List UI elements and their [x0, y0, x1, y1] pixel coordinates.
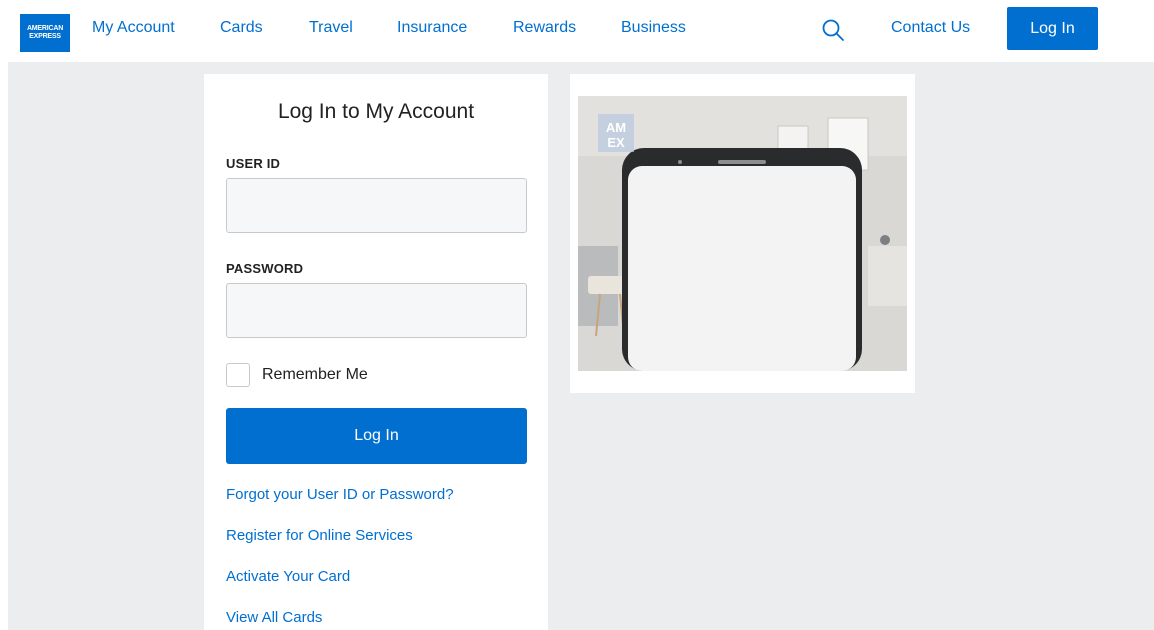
amex-logo[interactable]: AMERICAN EXPRESS [20, 14, 70, 52]
user-id-label: USER ID [226, 156, 281, 171]
login-submit-button[interactable]: Log In [226, 408, 527, 464]
header-login-button[interactable]: Log In [1007, 7, 1098, 50]
activate-card-link[interactable]: Activate Your Card [226, 568, 350, 585]
login-title: Log In to My Account [277, 100, 475, 123]
contact-us-link[interactable]: Contact Us [891, 19, 970, 37]
nav-business[interactable]: Business [621, 19, 686, 37]
user-id-input[interactable] [226, 178, 527, 233]
top-navigation-bar: AMERICAN EXPRESS My Account Cards Travel… [0, 0, 1154, 62]
forgot-credentials-link[interactable]: Forgot your User ID or Password? [226, 486, 454, 503]
watermark-line-2: EX [607, 135, 625, 150]
phone-illustration: AM EX [578, 96, 907, 371]
nav-rewards[interactable]: Rewards [513, 19, 576, 37]
remember-me-checkbox[interactable] [226, 363, 250, 387]
nav-travel[interactable]: Travel [309, 19, 353, 37]
remember-me-label: Remember Me [262, 366, 368, 383]
password-label: PASSWORD [226, 261, 304, 276]
nav-my-account[interactable]: My Account [92, 19, 175, 37]
login-card: Log In to My Account USER ID PASSWORD Re… [204, 74, 548, 630]
logo-line-2: EXPRESS [29, 33, 61, 40]
watermark-line-1: AM [606, 120, 626, 135]
password-input[interactable] [226, 283, 527, 338]
nav-cards[interactable]: Cards [220, 19, 263, 37]
register-online-link[interactable]: Register for Online Services [226, 527, 413, 544]
remember-me-row[interactable]: Remember Me [226, 363, 368, 387]
search-icon[interactable] [820, 17, 846, 43]
phone-image[interactable]: AM EX [578, 96, 907, 371]
promo-panel: AM EX [570, 74, 915, 393]
nav-insurance[interactable]: Insurance [397, 19, 467, 37]
left-edge-stripe [0, 62, 8, 630]
view-all-cards-link[interactable]: View All Cards [226, 609, 322, 626]
logo-line-1: AMERICAN [26, 25, 64, 32]
